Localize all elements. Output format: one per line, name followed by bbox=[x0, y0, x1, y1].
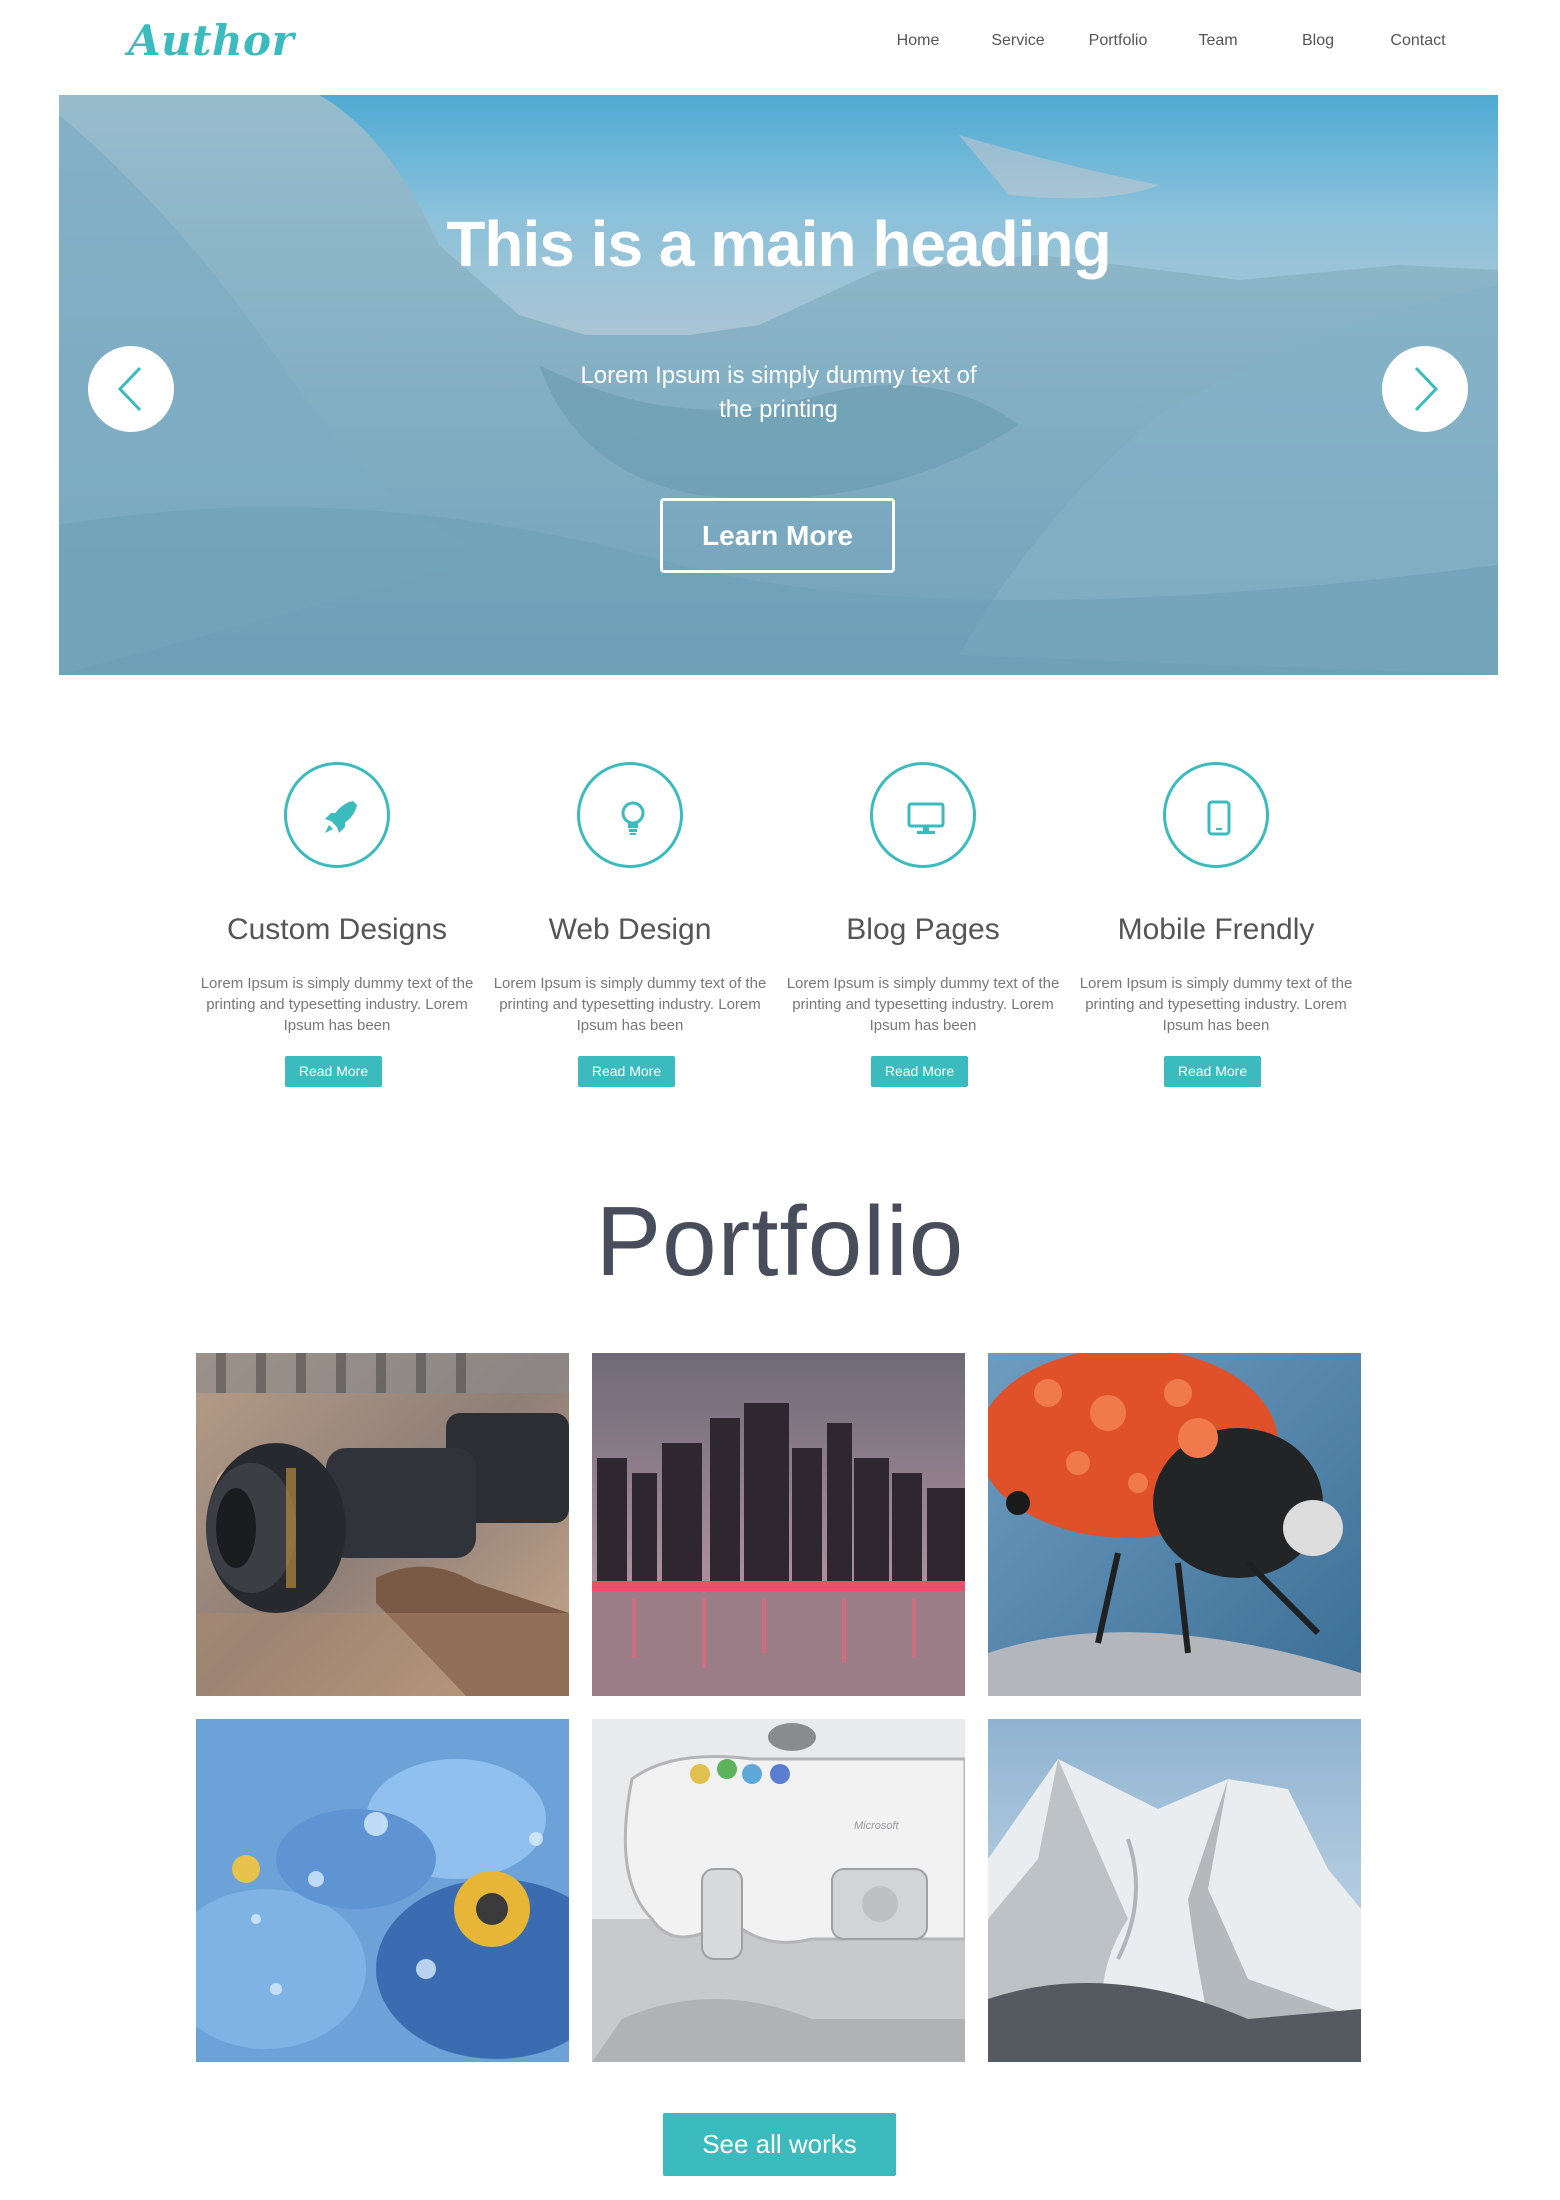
nav-team[interactable]: Team bbox=[1198, 32, 1237, 50]
nav-service[interactable]: Service bbox=[991, 32, 1044, 50]
read-more-button[interactable]: Read More bbox=[1164, 1056, 1261, 1087]
hero-slider: This is a main heading Lorem Ipsum is si… bbox=[59, 95, 1498, 675]
read-more-button[interactable]: Read More bbox=[285, 1056, 382, 1087]
monitor-icon bbox=[907, 802, 945, 834]
nav-blog[interactable]: Blog bbox=[1302, 32, 1334, 50]
game-controller-photo: Microsoft bbox=[592, 1719, 965, 2062]
nav-home[interactable]: Home bbox=[897, 32, 940, 50]
main-nav: Home Service Portfolio Team Blog Contact bbox=[0, 32, 1560, 56]
feature-icon-circle bbox=[1163, 762, 1269, 868]
portfolio-heading: Portfolio bbox=[595, 1186, 965, 1296]
feature-description: Lorem Ipsum is simply dummy text of the … bbox=[493, 975, 767, 1034]
feature-description: Lorem Ipsum is simply dummy text of the … bbox=[786, 975, 1060, 1034]
snowy-mountain-photo bbox=[988, 1719, 1361, 2062]
feature-title: Mobile Frendly bbox=[1117, 913, 1315, 946]
portfolio-item-camera[interactable] bbox=[196, 1353, 569, 1696]
lightbulb-icon bbox=[621, 801, 645, 835]
feature-title: Custom Designs bbox=[226, 913, 448, 946]
nav-portfolio[interactable]: Portfolio bbox=[1089, 32, 1148, 50]
ladybug-photo bbox=[988, 1353, 1361, 1696]
see-all-works-button[interactable]: See all works bbox=[663, 2113, 896, 2176]
tablet-icon bbox=[1207, 800, 1231, 836]
feature-icon-circle bbox=[577, 762, 683, 868]
portfolio-item-mountain[interactable] bbox=[988, 1719, 1361, 2062]
read-more-button[interactable]: Read More bbox=[578, 1056, 675, 1087]
hero-heading: This is a main heading bbox=[446, 208, 1111, 280]
feature-description: Lorem Ipsum is simply dummy text of the … bbox=[1079, 975, 1353, 1034]
slider-next-button[interactable] bbox=[1382, 346, 1468, 432]
blue-flower-photo bbox=[196, 1719, 569, 2062]
camera-photo bbox=[196, 1353, 569, 1696]
read-more-button[interactable]: Read More bbox=[871, 1056, 968, 1087]
portfolio-item-city[interactable] bbox=[592, 1353, 965, 1696]
slider-prev-button[interactable] bbox=[88, 346, 174, 432]
portfolio-item-controller[interactable]: Microsoft bbox=[592, 1719, 965, 2062]
controller-brand-text: Microsoft bbox=[854, 1820, 900, 1832]
feature-title: Blog Pages bbox=[846, 913, 1000, 946]
chevron-left-icon bbox=[117, 366, 142, 412]
hero-subtitle: Lorem Ipsum is simply dummy text of the … bbox=[580, 362, 977, 423]
learn-more-button[interactable]: Learn More bbox=[660, 498, 895, 573]
rocket-icon bbox=[325, 801, 357, 833]
portfolio-item-ladybug[interactable] bbox=[988, 1353, 1361, 1696]
feature-icon-circle bbox=[284, 762, 390, 868]
chevron-right-icon bbox=[1414, 366, 1439, 412]
portfolio-item-flower[interactable] bbox=[196, 1719, 569, 2062]
feature-title: Web Design bbox=[548, 913, 712, 946]
nav-contact[interactable]: Contact bbox=[1390, 32, 1445, 50]
feature-icon-circle bbox=[870, 762, 976, 868]
feature-description: Lorem Ipsum is simply dummy text of the … bbox=[200, 975, 474, 1034]
city-skyline-photo bbox=[592, 1353, 965, 1696]
